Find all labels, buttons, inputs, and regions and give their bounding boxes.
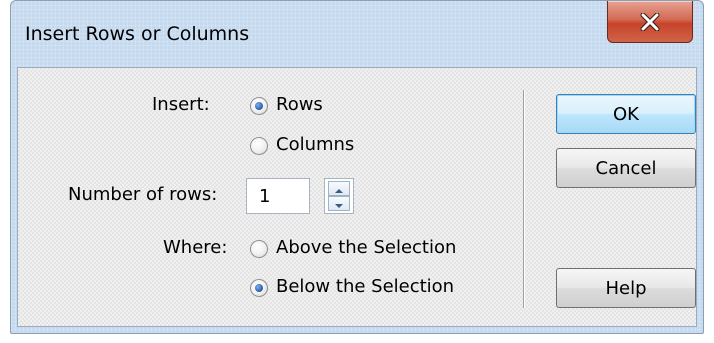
title-bar[interactable]: Insert Rows or Columns [11, 1, 703, 67]
number-of-rows-label: Number of rows: [68, 184, 218, 205]
above-selection-radio[interactable] [250, 240, 268, 258]
number-of-rows-stepper[interactable] [324, 178, 354, 214]
vertical-divider [523, 90, 525, 308]
below-selection-radio[interactable] [250, 279, 268, 297]
close-icon [639, 12, 661, 31]
below-selection-label[interactable]: Below the Selection [276, 276, 454, 297]
columns-radio[interactable] [250, 137, 268, 155]
stepper-down-button[interactable] [328, 196, 350, 211]
number-of-rows-input[interactable]: 1 [246, 178, 310, 214]
ok-button[interactable]: OK [556, 94, 696, 134]
close-button[interactable] [607, 1, 693, 43]
dialog-window: Insert Rows or Columns Insert: Rows Colu… [10, 0, 704, 334]
above-selection-label[interactable]: Above the Selection [276, 237, 456, 258]
arrow-down-icon [334, 194, 344, 213]
where-label: Where: [163, 237, 228, 258]
insert-label: Insert: [152, 94, 210, 115]
dialog-body: Insert: Rows Columns Number of rows: 1 W… [17, 67, 697, 327]
rows-radio-label[interactable]: Rows [276, 94, 323, 115]
help-button[interactable]: Help [556, 268, 696, 308]
columns-radio-label[interactable]: Columns [276, 134, 354, 155]
rows-radio[interactable] [250, 97, 268, 115]
cancel-button[interactable]: Cancel [556, 148, 696, 188]
dialog-title: Insert Rows or Columns [25, 23, 250, 45]
